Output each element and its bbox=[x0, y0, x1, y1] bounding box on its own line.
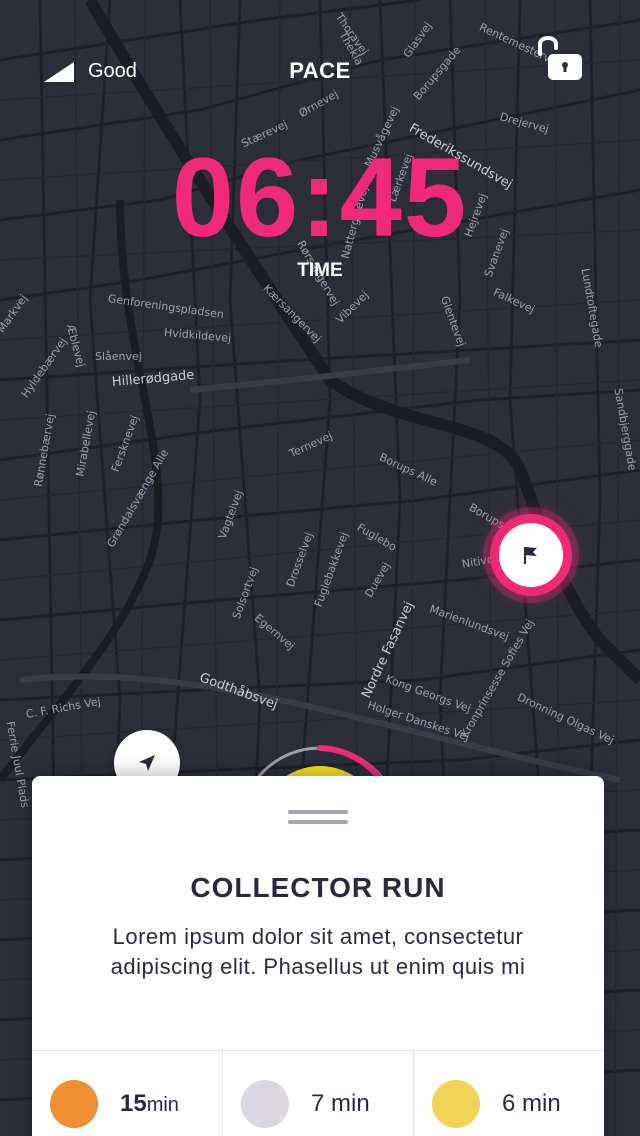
timer-value: 06:45 bbox=[171, 135, 469, 260]
stat-dot-orange bbox=[50, 1079, 98, 1128]
unlock-icon[interactable] bbox=[536, 32, 584, 82]
stats-row: 15min 7 min 6 min bbox=[32, 1050, 604, 1136]
card-description: Lorem ipsum dolor sit amet, consectetur … bbox=[110, 924, 526, 979]
stat-item[interactable]: 6 min bbox=[414, 1051, 604, 1136]
stat-item[interactable]: 15min bbox=[32, 1051, 223, 1136]
stat-dot-lavender bbox=[241, 1079, 289, 1128]
timer-label: TIME bbox=[297, 260, 343, 281]
flag-icon bbox=[524, 547, 537, 564]
navigation-arrow-icon bbox=[139, 755, 155, 771]
stat-value: 7 min bbox=[311, 1089, 370, 1117]
collector-run-card[interactable]: COLLECTOR RUN Lorem ipsum dolor sit amet… bbox=[32, 776, 604, 1136]
stat-dot-yellow bbox=[432, 1079, 480, 1128]
map-street-label: Slåenvej bbox=[95, 350, 142, 363]
card-title: COLLECTOR RUN bbox=[190, 872, 446, 903]
stat-value: 15min bbox=[120, 1089, 179, 1117]
stat-value: 6 min bbox=[502, 1089, 561, 1117]
drag-handle[interactable] bbox=[288, 810, 348, 828]
destination-flag-marker[interactable] bbox=[490, 514, 572, 596]
stat-item[interactable]: 7 min bbox=[223, 1051, 414, 1136]
